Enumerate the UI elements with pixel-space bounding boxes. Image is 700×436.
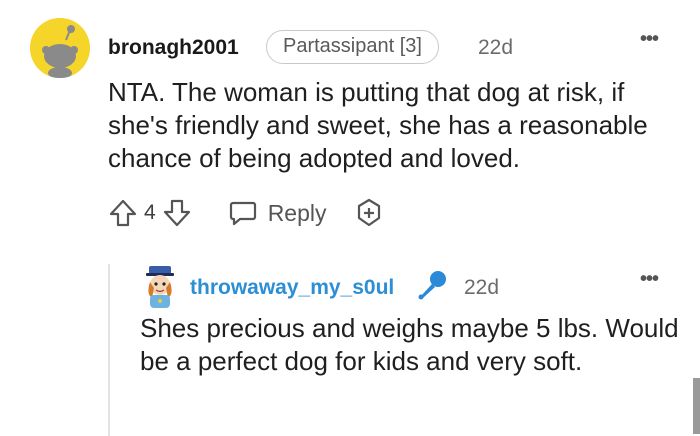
comment-action-bar: 4 Reply	[108, 196, 385, 230]
voice-microphone-icon	[416, 268, 450, 302]
upvote-arrow-icon[interactable]	[108, 198, 138, 228]
reply-label: Reply	[267, 199, 327, 226]
reply-username[interactable]: throwaway_my_s0ul	[190, 276, 394, 300]
award-button[interactable]	[353, 197, 385, 229]
comment-body: NTA. The woman is putting that dog at ri…	[108, 77, 648, 173]
avatar[interactable]	[30, 18, 90, 78]
reply-button[interactable]: Reply	[228, 198, 327, 228]
comment-more-options-button[interactable]: •••	[640, 28, 659, 51]
snoo-avatar-icon	[30, 18, 90, 78]
vote-score: 4	[144, 201, 156, 224]
comment-username[interactable]: bronagh2001	[108, 36, 239, 60]
thread-line[interactable]	[108, 264, 110, 436]
comment-age: 22d	[478, 36, 514, 59]
reply-avatar[interactable]	[140, 264, 180, 310]
downvote-arrow-icon[interactable]	[162, 198, 192, 228]
reply-bubble-icon	[229, 201, 256, 226]
custom-avatar-icon	[146, 266, 174, 308]
reply-age: 22d	[464, 276, 500, 299]
scrollbar[interactable]	[693, 378, 700, 434]
award-plus-icon	[357, 198, 380, 227]
user-flair-badge: Partassipant [3]	[266, 30, 439, 64]
reply-body: Shes precious and weighs maybe 5 lbs. Wo…	[140, 313, 679, 376]
reply-more-options-button[interactable]: •••	[640, 268, 659, 291]
